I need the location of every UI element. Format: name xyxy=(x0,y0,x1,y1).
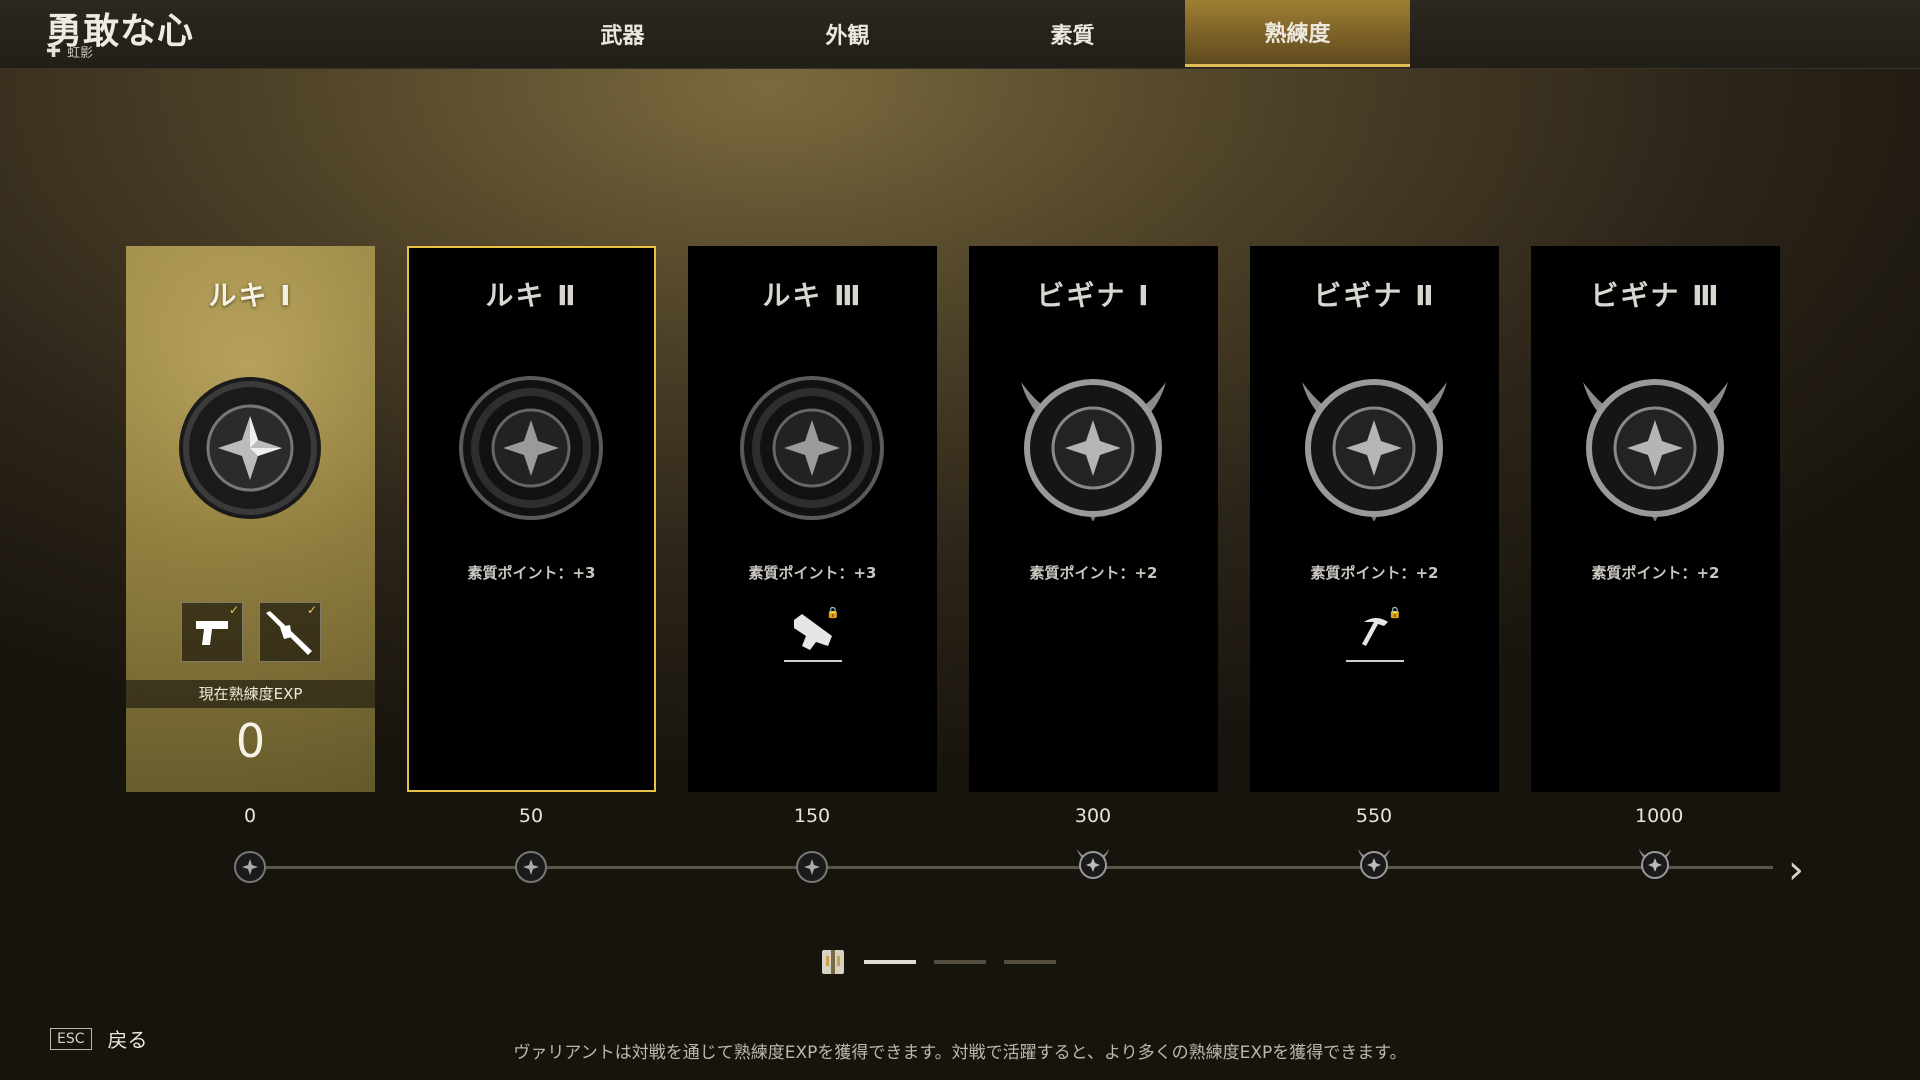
rank-emblem-icon xyxy=(740,376,884,520)
top-bar: 勇敢な心 ✚ 虹影 武器 外観 素質 熟練度 xyxy=(0,0,1920,69)
mastery-progress-track xyxy=(248,866,1773,869)
talent-points: 素質ポイント：+2 xyxy=(1591,564,1720,582)
current-exp-value: 0 xyxy=(235,714,266,768)
shotgun-icon[interactable]: ✓ xyxy=(259,602,321,662)
check-icon: ✓ xyxy=(228,603,239,617)
card-title: ルキ Ⅰ xyxy=(208,279,293,312)
next-page-arrow-icon[interactable]: › xyxy=(1788,850,1804,890)
mastery-card-beginner-1[interactable]: ビギナ Ⅰ 素質ポイント：+2 xyxy=(969,246,1218,792)
unlock-underline xyxy=(1346,660,1404,662)
card-title: ビギナ Ⅱ xyxy=(1313,279,1436,312)
card-title: ビギナ Ⅰ xyxy=(1036,279,1151,312)
tab-talents[interactable]: 素質 xyxy=(960,0,1185,67)
talent-points: 素質ポイント：+3 xyxy=(467,564,596,582)
tick-label: 550 xyxy=(1355,805,1393,827)
mastery-card-beginner-2[interactable]: ビギナ Ⅱ 素質ポイント：+2 🔒 xyxy=(1250,246,1499,792)
rank-node-icon[interactable] xyxy=(514,850,548,884)
tick-label: 50 xyxy=(518,805,544,827)
horned-node-icon[interactable] xyxy=(1076,846,1110,880)
faction-name: 虹影 xyxy=(67,46,94,61)
card-title: ビギナ Ⅲ xyxy=(1590,279,1721,312)
talent-points: 素質ポイント：+3 xyxy=(748,564,877,582)
card-title: ルキ Ⅱ xyxy=(485,279,578,312)
book-icon xyxy=(822,950,844,974)
rank-node-icon[interactable] xyxy=(233,850,267,884)
mastery-card-beginner-3[interactable]: ビギナ Ⅲ 素質ポイント：+2 xyxy=(1531,246,1780,792)
mastery-card-rookie-1[interactable]: ルキ Ⅰ ✓ ✓ 現在熟練度EXP 0 xyxy=(126,246,375,792)
talent-points: 素質ポイント：+2 xyxy=(1029,564,1158,582)
tab-weapons[interactable]: 武器 xyxy=(510,0,735,67)
tab-appearance[interactable]: 外観 xyxy=(735,0,960,67)
horned-node-icon[interactable] xyxy=(1357,846,1391,880)
smg-icon[interactable]: 🔒 xyxy=(782,606,844,662)
tick-label: 1000 xyxy=(1635,805,1684,827)
page-dot-1[interactable] xyxy=(864,960,916,964)
check-icon: ✓ xyxy=(306,603,317,617)
tab-bar: 武器 外観 素質 熟練度 xyxy=(510,0,1410,67)
unlocked-weapons: ✓ ✓ xyxy=(181,602,321,662)
current-exp-label: 現在熟練度EXP xyxy=(126,680,375,708)
lock-icon: 🔒 xyxy=(826,606,840,619)
rank-emblem-icon xyxy=(179,377,321,519)
tick-label: 150 xyxy=(793,805,831,827)
faction-icon: ✚ xyxy=(46,40,62,62)
horned-emblem-icon xyxy=(1302,379,1447,521)
faction-label: ✚ 虹影 xyxy=(46,42,93,61)
mastery-card-rookie-3[interactable]: ルキ Ⅲ 素質ポイント：+3 🔒 xyxy=(688,246,937,792)
footer-hint: ヴァリアントは対戦を通じて熟練度EXPを獲得できます。対戦で活躍すると、より多く… xyxy=(513,1043,1407,1063)
pickaxe-icon[interactable]: 🔒 xyxy=(1344,606,1406,662)
tick-label: 0 xyxy=(243,805,257,827)
tick-label: 300 xyxy=(1074,805,1112,827)
rank-node-icon[interactable] xyxy=(795,850,829,884)
horned-emblem-icon xyxy=(1583,379,1728,521)
card-title: ルキ Ⅲ xyxy=(762,279,863,312)
tab-mastery[interactable]: 熟練度 xyxy=(1185,0,1410,67)
page-dot-3[interactable] xyxy=(1004,960,1056,964)
pistol-icon[interactable]: ✓ xyxy=(181,602,243,662)
mastery-card-rookie-2[interactable]: ルキ Ⅱ 素質ポイント：+3 xyxy=(407,246,656,792)
talent-points: 素質ポイント：+2 xyxy=(1310,564,1439,582)
lock-icon: 🔒 xyxy=(1388,606,1402,619)
horned-node-icon[interactable] xyxy=(1638,846,1672,880)
rank-emblem-icon xyxy=(459,376,603,520)
horned-emblem-icon xyxy=(1021,379,1166,521)
unlock-underline xyxy=(784,660,842,662)
page-dot-2[interactable] xyxy=(934,960,986,964)
page-indicator xyxy=(820,948,1056,976)
